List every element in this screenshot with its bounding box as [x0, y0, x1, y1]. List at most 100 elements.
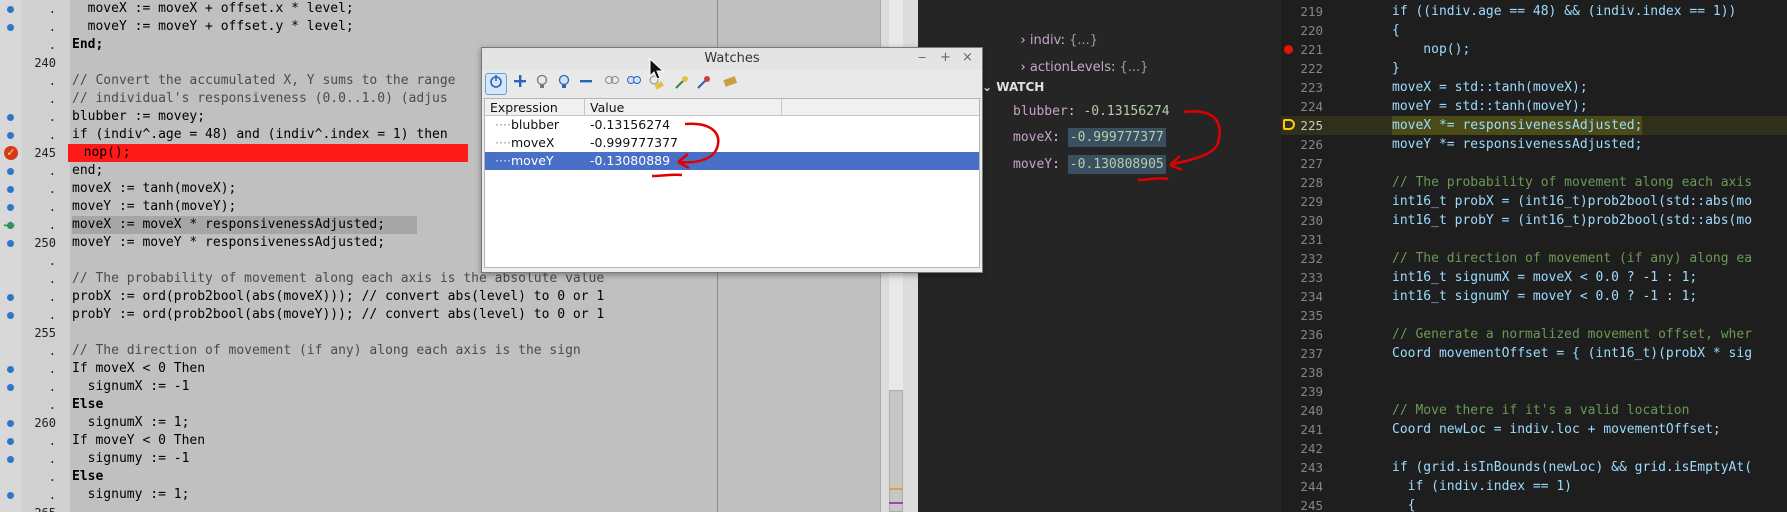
code-line[interactable]: 222}	[1281, 59, 1787, 78]
code-line[interactable]: 232 // The direction of movement (if any)…	[1281, 249, 1787, 268]
code-line[interactable]: 223 moveX = std::tanh(moveX);	[1281, 78, 1787, 97]
lightbulb-on-icon[interactable]	[554, 74, 574, 94]
code-line[interactable]: 225 moveX *= responsivenessAdjusted;	[1281, 116, 1787, 135]
code-line[interactable]: blubber := movey;	[72, 108, 205, 126]
code-text: moveY *= responsivenessAdjusted;	[1392, 137, 1643, 152]
breakpoint-icon[interactable]	[1284, 45, 1293, 54]
close-button[interactable]: ×	[962, 50, 973, 65]
code-line[interactable]: If moveY < 0 Then	[72, 432, 205, 450]
active-breakpoint-icon[interactable]: ✓	[4, 146, 18, 160]
code-line[interactable]: signumy := 1;	[72, 486, 190, 504]
code-line[interactable]: moveY := moveY * responsivenessAdjusted;	[72, 234, 385, 252]
code-line[interactable]: probY := ord(prob2bool(abs(moveY))); // …	[72, 306, 604, 324]
line-number: .	[48, 200, 56, 214]
code-line[interactable]: 231	[1281, 230, 1787, 249]
breakpoint-dot-icon[interactable]	[7, 240, 14, 247]
code-line[interactable]: 234 int16_t signumY = moveY < 0.0 ? -1 : …	[1281, 287, 1787, 306]
code-line[interactable]: signumy := -1	[72, 450, 190, 468]
code-line[interactable]: signumX := -1	[72, 378, 190, 396]
code-line[interactable]: probX := ord(prob2bool(abs(moveX))); // …	[72, 288, 604, 306]
breakpoint-dot-icon[interactable]	[7, 204, 14, 211]
code-line[interactable]: 221 nop();	[1281, 40, 1787, 59]
cpp-editor[interactable]: 219 if ((indiv.age == 48) && (indiv.index…	[1281, 0, 1787, 512]
code-line[interactable]: 219 if ((indiv.age == 48) && (indiv.index…	[1281, 2, 1787, 21]
code-line[interactable]: 244 if (indiv.index == 1)	[1281, 477, 1787, 496]
breakpoint-dot-icon[interactable]	[7, 114, 14, 121]
code-line[interactable]: signumX := 1;	[72, 414, 190, 432]
scroll-marker	[889, 502, 903, 504]
code-line[interactable]: 241 Coord newLoc = indiv.loc + movementOf…	[1281, 420, 1787, 439]
code-line[interactable]: // The direction of movement (if any) al…	[72, 342, 581, 360]
code-line[interactable]: 237 Coord movementOffset = { (int16_t)(pr…	[1281, 344, 1787, 363]
line-number: .	[48, 290, 56, 304]
code-line[interactable]: 240 // Move there if it's a valid locatio…	[1281, 401, 1787, 420]
enable-all-icon[interactable]	[602, 74, 622, 94]
code-line[interactable]: end;	[72, 162, 103, 180]
maximize-button[interactable]: +	[940, 50, 951, 65]
breakpoint-dot-icon[interactable]	[7, 456, 14, 463]
code-line[interactable]: 229 int16_t probX = (int16_t)prob2bool(st…	[1281, 192, 1787, 211]
code-line[interactable]: 230 int16_t probY = (int16_t)prob2bool(st…	[1281, 211, 1787, 230]
breakpoint-dot-icon[interactable]	[7, 366, 14, 373]
code-line[interactable]: 239	[1281, 382, 1787, 401]
code-line[interactable]: 235	[1281, 306, 1787, 325]
code-line[interactable]: // individual's responsiveness (0.0..1.0…	[72, 90, 448, 108]
breakpoint-dot-icon[interactable]	[7, 312, 14, 319]
code-line[interactable]: 228 // The probability of movement along …	[1281, 173, 1787, 192]
code-text: }	[1392, 61, 1400, 76]
code-line[interactable]: 243 if (grid.isInBounds(newLoc) && grid.i…	[1281, 458, 1787, 477]
breakpoint-dot-icon[interactable]	[7, 438, 14, 445]
line-number: 240	[34, 56, 56, 70]
remove-icon[interactable]	[576, 74, 596, 94]
line-number: .	[48, 20, 56, 34]
code-line[interactable]: if (indiv^.age = 48) and (indiv^.index =…	[72, 126, 448, 144]
code-text: If moveY < 0 Then	[72, 433, 206, 448]
scrollbar-thumb[interactable]	[889, 390, 903, 512]
line-number: .	[48, 110, 56, 124]
breakpoint-dot-icon[interactable]	[7, 168, 14, 175]
code-line[interactable]: // Convert the accumulated X, Y sums to …	[72, 72, 456, 90]
code-line[interactable]: 226 moveY *= responsivenessAdjusted;	[1281, 135, 1787, 154]
code-text: moveX *= responsivenessAdjusted;	[1392, 116, 1643, 135]
minimize-button[interactable]: ‒	[918, 50, 926, 65]
code-line[interactable]: 224 moveY = std::tanh(moveY);	[1281, 97, 1787, 116]
evaluate-icon[interactable]	[672, 74, 692, 94]
line-number: .	[48, 2, 56, 16]
inspect-icon[interactable]	[694, 74, 714, 94]
power-icon[interactable]	[485, 73, 507, 95]
code-line[interactable]: 238	[1281, 363, 1787, 382]
code-line[interactable]: If moveX < 0 Then	[72, 360, 205, 378]
code-line[interactable]: 227	[1281, 154, 1787, 173]
breakpoint-dot-icon[interactable]	[7, 132, 14, 139]
breakpoint-dot-icon[interactable]	[7, 186, 14, 193]
code-line[interactable]: 233 int16_t signumX = moveX < 0.0 ? -1 : …	[1281, 268, 1787, 287]
breakpoint-dot-icon[interactable]	[7, 24, 14, 31]
lightbulb-off-icon[interactable]	[532, 74, 552, 94]
breakpoint-dot-icon[interactable]	[7, 420, 14, 427]
copy-icon[interactable]	[720, 74, 740, 94]
code-text: moveX := tanh(moveX);	[72, 181, 237, 196]
code-line[interactable]: moveX := moveX * responsivenessAdjusted;	[72, 216, 417, 234]
line-number: .	[48, 362, 56, 376]
code-line[interactable]: End;	[72, 36, 103, 54]
breakpoint-dot-icon[interactable]	[7, 294, 14, 301]
window-titlebar[interactable]: Watches	[482, 48, 982, 70]
code-line[interactable]: 220 {	[1281, 21, 1787, 40]
code-text: if ((indiv.age == 48) && (indiv.index ==…	[1392, 4, 1737, 19]
breakpoint-dot-icon[interactable]	[7, 492, 14, 499]
code-line[interactable]: Else	[72, 468, 103, 486]
code-line[interactable]: moveY := tanh(moveY);	[72, 198, 236, 216]
add-icon[interactable]	[510, 74, 530, 94]
fold-gutter[interactable]	[60, 0, 70, 512]
code-line[interactable]: moveY := moveY + offset.y * level;	[72, 18, 354, 36]
code-line[interactable]: 245 {	[1281, 496, 1787, 512]
breakpoint-dot-icon[interactable]	[7, 6, 14, 13]
code-line[interactable]: nop();	[68, 144, 468, 162]
disable-all-icon[interactable]	[624, 74, 644, 94]
code-line[interactable]: 236 // Generate a normalized movement off…	[1281, 325, 1787, 344]
code-line[interactable]: moveX := tanh(moveX);	[72, 180, 236, 198]
breakpoint-dot-icon[interactable]	[7, 384, 14, 391]
code-line[interactable]: 242	[1281, 439, 1787, 458]
code-line[interactable]: moveX := moveX + offset.x * level;	[72, 0, 354, 18]
code-line[interactable]: Else	[72, 396, 103, 414]
